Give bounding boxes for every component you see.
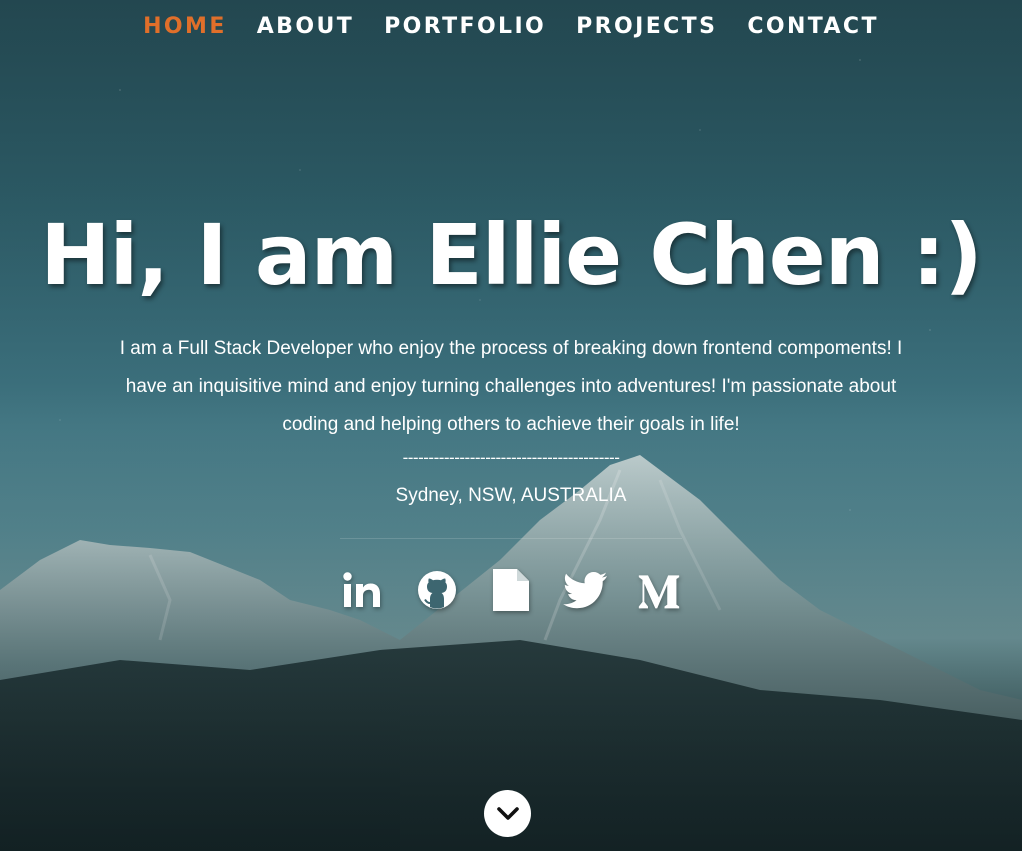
github-link[interactable]: [415, 565, 459, 615]
hero-title: Hi, I am Ellie Chen :): [40, 206, 983, 304]
nav-item-contact[interactable]: CONTACT: [747, 12, 879, 42]
nav-item-projects[interactable]: PROJECTS: [576, 12, 717, 42]
hero-divider: ----------------------------------------…: [402, 448, 620, 467]
hero-intro: I am a Full Stack Developer who enjoy th…: [119, 338, 903, 435]
social-divider-line: [340, 538, 682, 539]
medium-icon: [638, 575, 680, 609]
nav-item-portfolio[interactable]: PORTFOLIO: [384, 12, 546, 42]
social-links: [0, 565, 1022, 615]
chevron-down-icon: [496, 806, 519, 820]
main-nav: HOME ABOUT PORTFOLIO PROJECTS CONTACT: [0, 12, 1022, 42]
scroll-down-button[interactable]: [484, 790, 531, 837]
twitter-icon: [563, 572, 607, 609]
resume-link[interactable]: [489, 565, 533, 615]
medium-link[interactable]: [637, 565, 681, 615]
hero-location: Sydney, NSW, AUSTRALIA: [395, 485, 627, 506]
twitter-link[interactable]: [563, 565, 607, 615]
nav-item-home[interactable]: HOME: [143, 12, 227, 42]
hero-section: HOME ABOUT PORTFOLIO PROJECTS CONTACT Hi…: [0, 0, 1022, 851]
resume-document-icon: [493, 569, 529, 611]
nav-item-about[interactable]: ABOUT: [257, 12, 354, 42]
github-icon: [418, 571, 456, 609]
linkedin-icon: [343, 572, 380, 607]
linkedin-link[interactable]: [341, 565, 385, 615]
